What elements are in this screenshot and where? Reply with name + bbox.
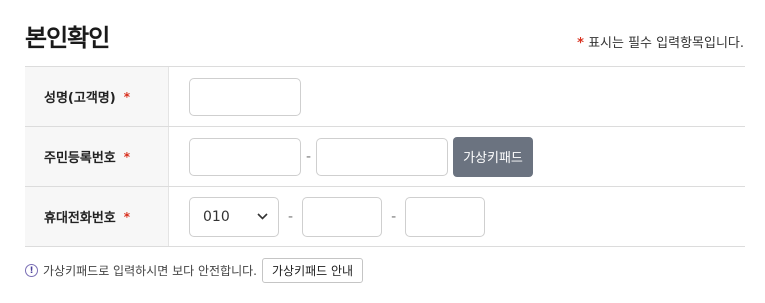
phone-separator-1: - — [288, 208, 294, 225]
keypad-guide-button[interactable]: 가상키패드 안내 — [261, 258, 364, 283]
rrn-label: 주민등록번호 — [44, 151, 116, 166]
keypad-notice: ! 가상키패드로 입력하시면 보다 안전합니다. 가상키패드 안내 — [25, 258, 364, 283]
phone-field-cell: 010 - - — [169, 187, 745, 246]
rrn-field-cell: - 가상키패드 — [169, 127, 745, 186]
rrn-first-input[interactable] — [189, 137, 301, 176]
phone-middle-input[interactable] — [302, 196, 383, 237]
name-label: 성명(고객명) — [44, 91, 116, 106]
chevron-down-icon — [257, 213, 268, 220]
keypad-notice-text: 가상키패드로 입력하시면 보다 안전합니다. — [43, 264, 257, 278]
rrn-second-input[interactable] — [316, 137, 449, 176]
required-note-text: 표시는 필수 입력항목입니다. — [588, 36, 744, 51]
rrn-label-cell: 주민등록번호 * — [25, 127, 169, 186]
form-table: 성명(고객명) * 주민등록번호 * - 가상키패드 휴대전화번호 * 010 … — [25, 66, 745, 247]
virtual-keypad-button[interactable]: 가상키패드 — [453, 136, 533, 177]
phone-prefix-select[interactable]: 010 — [189, 196, 279, 237]
form-row-phone: 휴대전화번호 * 010 - - — [25, 187, 745, 247]
phone-prefix-value: 010 — [203, 208, 230, 225]
required-star-icon: * — [123, 149, 131, 164]
name-input[interactable] — [189, 77, 301, 116]
name-field-cell — [169, 67, 745, 126]
identity-verification-panel: 본인확인 * 표시는 필수 입력항목입니다. 성명(고객명) * 주민등록번호 … — [0, 0, 765, 303]
form-row-name: 성명(고객명) * — [25, 67, 745, 127]
required-star-icon: * — [123, 89, 130, 104]
exclamation-info-icon: ! — [25, 264, 38, 277]
rrn-separator: - — [306, 148, 312, 165]
page-title: 본인확인 — [25, 24, 110, 52]
form-row-rrn: 주민등록번호 * - 가상키패드 — [25, 127, 745, 187]
required-note: * 표시는 필수 입력항목입니다. — [577, 32, 744, 51]
phone-separator-2: - — [391, 208, 397, 225]
required-star-icon: * — [577, 36, 584, 51]
phone-label-cell: 휴대전화번호 * — [25, 187, 169, 246]
name-label-cell: 성명(고객명) * — [25, 67, 169, 126]
phone-last-input[interactable] — [405, 196, 486, 237]
phone-label: 휴대전화번호 — [44, 211, 116, 226]
required-star-icon: * — [123, 209, 131, 224]
